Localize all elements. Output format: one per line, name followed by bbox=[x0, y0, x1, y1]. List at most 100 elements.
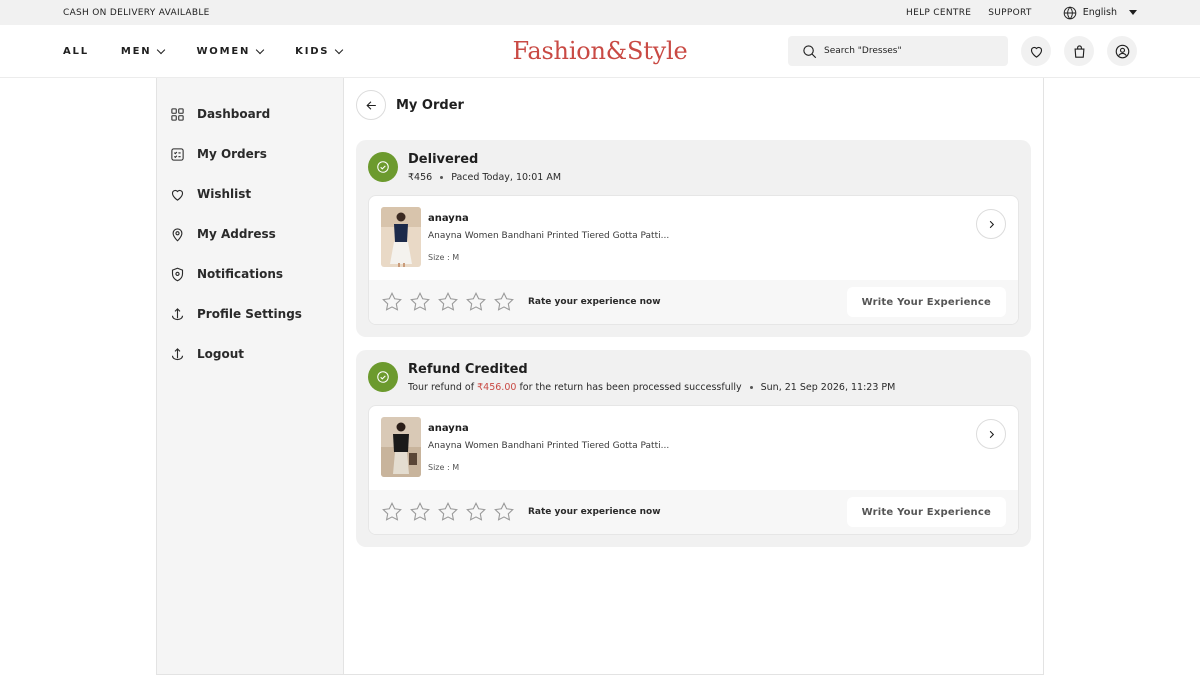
write-experience-button[interactable]: Write Your Experience bbox=[846, 497, 1006, 527]
chevron-down-icon bbox=[255, 45, 265, 54]
star-icon[interactable] bbox=[381, 501, 403, 523]
order-details-button[interactable] bbox=[976, 209, 1006, 239]
account-container: Dashboard My Orders Wishlist My Address … bbox=[156, 78, 1044, 675]
product-brand: anayna bbox=[428, 423, 469, 434]
search-input[interactable] bbox=[824, 46, 984, 56]
product-size: Size : M bbox=[428, 253, 460, 262]
sidebar-item-my-address[interactable]: My Address bbox=[157, 214, 343, 254]
sidebar-item-profile-settings[interactable]: Profile Settings bbox=[157, 294, 343, 334]
shopping-bag-icon bbox=[1074, 44, 1084, 58]
product-info: anayna Anayna Women Bandhani Printed Tie… bbox=[428, 207, 669, 262]
sidebar-item-label: Profile Settings bbox=[197, 307, 302, 321]
wishlist-button[interactable] bbox=[1021, 36, 1051, 66]
nav-all[interactable]: ALL bbox=[63, 46, 89, 57]
back-button[interactable] bbox=[356, 90, 386, 120]
product-thumbnail[interactable] bbox=[381, 417, 421, 477]
refund-amount: ₹456.00 bbox=[477, 382, 517, 393]
sidebar-item-label: My Orders bbox=[197, 147, 267, 161]
rate-prompt: Rate your experience now bbox=[528, 297, 661, 307]
anchor-icon bbox=[171, 307, 184, 320]
sidebar-item-dashboard[interactable]: Dashboard bbox=[157, 94, 343, 134]
account-button[interactable] bbox=[1107, 36, 1137, 66]
order-item: anayna Anayna Women Bandhani Printed Tie… bbox=[368, 405, 1019, 535]
sidebar-item-label: My Address bbox=[197, 227, 276, 241]
order-item: anayna Anayna Women Bandhani Printed Tie… bbox=[368, 195, 1019, 325]
sidebar-item-wishlist[interactable]: Wishlist bbox=[157, 174, 343, 214]
page-header: My Order bbox=[356, 90, 1031, 120]
shield-icon bbox=[171, 267, 184, 281]
star-icon[interactable] bbox=[381, 291, 403, 313]
refund-prefix: Tour refund of bbox=[408, 382, 475, 393]
star-icon[interactable] bbox=[409, 291, 431, 313]
nav-men[interactable]: MEN bbox=[120, 45, 166, 57]
star-icon[interactable] bbox=[493, 501, 515, 523]
chevron-right-icon bbox=[989, 220, 994, 228]
product-size: Size : M bbox=[428, 463, 460, 472]
sidebar-item-label: Wishlist bbox=[197, 187, 252, 201]
user-icon bbox=[1115, 44, 1129, 58]
arrow-left-icon bbox=[365, 100, 376, 110]
chevron-right-icon bbox=[989, 430, 994, 438]
order-details-button[interactable] bbox=[976, 419, 1006, 449]
rating-row: Rate your experience now Write Your Expe… bbox=[369, 280, 1018, 324]
order-status: Delivered ₹456 Paced Today, 10:01 AM bbox=[368, 152, 1019, 183]
caret-down-icon bbox=[1129, 10, 1137, 15]
rating-row: Rate your experience now Write Your Expe… bbox=[369, 490, 1018, 534]
order-status: Refund Credited Tour refund of ₹456.00 f… bbox=[368, 362, 1019, 393]
heart-icon bbox=[171, 189, 184, 201]
sidebar-item-label: Notifications bbox=[197, 267, 284, 281]
separator-dot bbox=[440, 176, 444, 179]
refund-suffix: for the return has been processed succes… bbox=[519, 382, 742, 393]
star-icon[interactable] bbox=[437, 291, 459, 313]
chevron-down-icon bbox=[335, 45, 344, 54]
search-box[interactable] bbox=[788, 36, 1008, 66]
nav-kids[interactable]: KIDS bbox=[295, 45, 344, 57]
star-rating[interactable]: Rate your experience now bbox=[381, 291, 661, 313]
sidebar-item-label: Logout bbox=[197, 347, 245, 361]
sidebar-item-my-orders[interactable]: My Orders bbox=[157, 134, 343, 174]
brand-logo[interactable]: Fashion&Style bbox=[513, 37, 688, 65]
check-circle-icon bbox=[368, 152, 398, 182]
order-card-delivered: Delivered ₹456 Paced Today, 10:01 AM ana… bbox=[356, 140, 1031, 337]
help-centre-link[interactable]: HELP CENTRE bbox=[906, 8, 971, 18]
star-rating[interactable]: Rate your experience now bbox=[381, 501, 661, 523]
location-pin-icon bbox=[172, 227, 183, 242]
orders-main: My Order Delivered ₹456 Paced Today, 10:… bbox=[344, 78, 1043, 674]
check-circle-icon bbox=[368, 362, 398, 392]
language-label: English bbox=[1082, 7, 1117, 18]
star-icon[interactable] bbox=[437, 501, 459, 523]
orders-icon bbox=[171, 147, 184, 161]
nav-women[interactable]: WOMEN bbox=[196, 45, 265, 57]
star-icon[interactable] bbox=[493, 291, 515, 313]
order-price: ₹456 bbox=[408, 172, 433, 183]
support-link[interactable]: SUPPORT bbox=[988, 8, 1031, 18]
status-title: Delivered bbox=[408, 152, 479, 167]
header-actions bbox=[788, 36, 1137, 66]
nav-kids-label: KIDS bbox=[295, 45, 330, 57]
main-header: ALL MEN WOMEN KIDS Fashion&Style bbox=[0, 25, 1200, 78]
nav-all-label: ALL bbox=[63, 45, 89, 57]
status-title: Refund Credited bbox=[408, 362, 528, 377]
star-icon[interactable] bbox=[465, 291, 487, 313]
account-sidebar: Dashboard My Orders Wishlist My Address … bbox=[157, 78, 344, 674]
logout-icon bbox=[171, 347, 184, 360]
star-icon[interactable] bbox=[465, 501, 487, 523]
star-icon[interactable] bbox=[409, 501, 431, 523]
order-item-details[interactable]: anayna Anayna Women Bandhani Printed Tie… bbox=[369, 406, 1018, 490]
product-thumbnail[interactable] bbox=[381, 207, 421, 267]
chevron-down-icon bbox=[157, 45, 166, 54]
nav-women-label: WOMEN bbox=[196, 45, 251, 57]
separator-dot bbox=[749, 386, 753, 389]
sidebar-item-label: Dashboard bbox=[197, 107, 271, 121]
language-selector[interactable]: English bbox=[1063, 6, 1137, 20]
sidebar-item-notifications[interactable]: Notifications bbox=[157, 254, 343, 294]
order-card-refund: Refund Credited Tour refund of ₹456.00 f… bbox=[356, 350, 1031, 547]
order-placed-time: Paced Today, 10:01 AM bbox=[451, 172, 562, 183]
sidebar-item-logout[interactable]: Logout bbox=[157, 334, 343, 374]
write-experience-button[interactable]: Write Your Experience bbox=[846, 287, 1006, 317]
rate-prompt: Rate your experience now bbox=[528, 507, 661, 517]
status-meta: Tour refund of ₹456.00 for the return ha… bbox=[408, 382, 895, 393]
cart-button[interactable] bbox=[1064, 36, 1094, 66]
nav-men-label: MEN bbox=[120, 45, 152, 57]
order-item-details[interactable]: anayna Anayna Women Bandhani Printed Tie… bbox=[369, 196, 1018, 280]
